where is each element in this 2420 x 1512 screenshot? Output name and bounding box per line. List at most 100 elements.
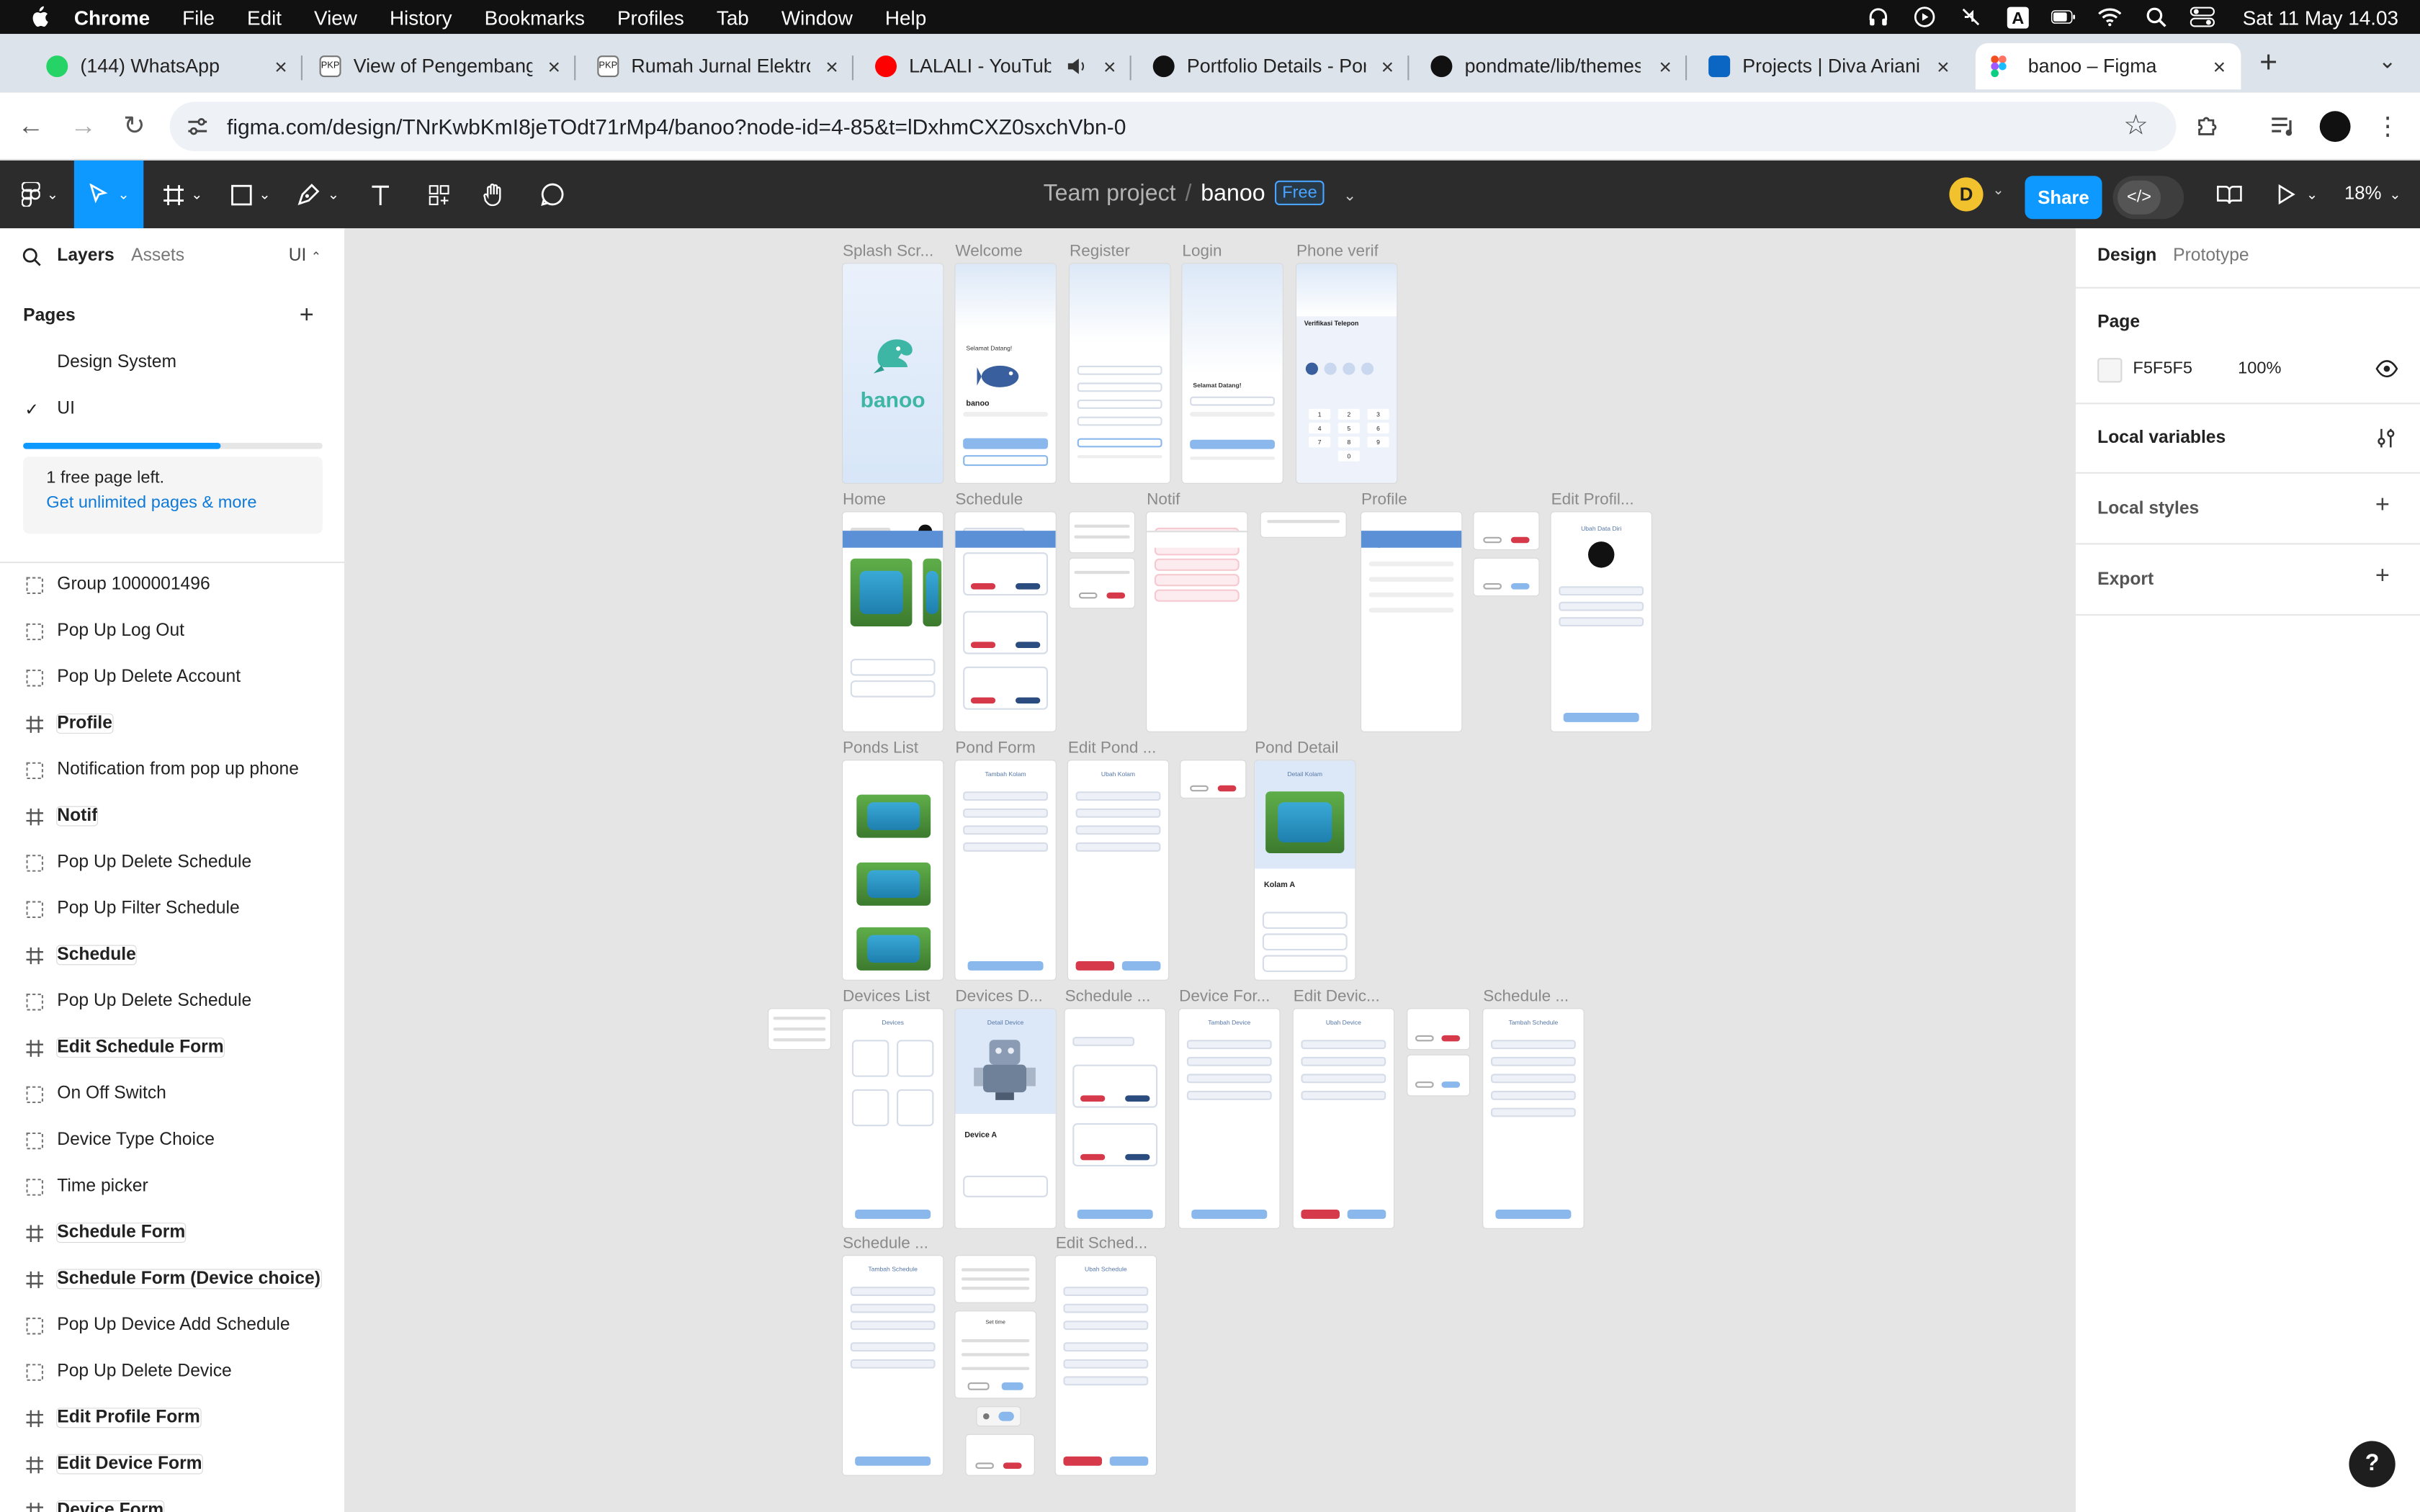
notification-popup-phone[interactable]: [1260, 512, 1346, 537]
tab-portfolio[interactable]: Portfolio Details - Portfolio ×: [1147, 43, 1410, 89]
battery-icon[interactable]: [2051, 4, 2076, 29]
share-button[interactable]: Share: [2025, 176, 2102, 220]
frame-pond-detail[interactable]: Detail Kolam Kolam A: [1255, 760, 1355, 980]
tab-assets[interactable]: Assets: [131, 247, 184, 266]
team-name[interactable]: Team project: [1044, 181, 1176, 207]
close-icon[interactable]: ×: [1375, 54, 1399, 78]
zoom-level[interactable]: 18% ⌄: [2344, 182, 2401, 204]
menu-view[interactable]: View: [314, 6, 357, 29]
frame-device-detail[interactable]: Detail Device Device A: [955, 1009, 1056, 1228]
eye-icon[interactable]: [2375, 359, 2398, 378]
layer-row[interactable]: Schedule Form: [0, 1211, 346, 1257]
layer-row[interactable]: Pop Up Delete Schedule: [0, 841, 346, 887]
page-item-ui[interactable]: UI: [57, 400, 75, 418]
time-picker[interactable]: Set time: [955, 1311, 1036, 1398]
close-icon[interactable]: ×: [1653, 54, 1677, 78]
menu-window[interactable]: Window: [781, 6, 853, 29]
upgrade-link[interactable]: Get unlimited pages & more: [46, 494, 256, 513]
site-settings-icon[interactable]: [185, 114, 210, 139]
layer-row[interactable]: Edit Schedule Form: [0, 1026, 346, 1072]
menu-file[interactable]: File: [182, 6, 215, 29]
play-circle-icon[interactable]: [1912, 4, 1937, 29]
frame-edit-schedule[interactable]: Ubah Schedule: [1055, 1256, 1156, 1475]
frame-label-schedule-form[interactable]: Schedule ...: [1483, 987, 1579, 1006]
frame-label-home[interactable]: Home: [843, 490, 886, 509]
layer-row[interactable]: Pop Up Filter Schedule: [0, 887, 346, 933]
popup-device-add-schedule[interactable]: [1407, 1055, 1469, 1096]
library-button[interactable]: [2207, 161, 2250, 228]
frame-label-ponds[interactable]: Ponds List: [843, 739, 918, 757]
search-icon[interactable]: [22, 247, 42, 267]
menu-app-name[interactable]: Chrome: [74, 6, 150, 29]
new-tab-icon[interactable]: +: [2259, 46, 2277, 81]
tab-whatsapp[interactable]: (144) WhatsApp ×: [40, 43, 302, 89]
frame-label-edit-device[interactable]: Edit Devic...: [1294, 987, 1389, 1006]
device-choice-popup[interactable]: [955, 1256, 1036, 1302]
close-icon[interactable]: ×: [2207, 54, 2231, 78]
tab-design[interactable]: Design: [2097, 247, 2156, 266]
frame-schedule[interactable]: [955, 512, 1056, 732]
comment-tool[interactable]: [531, 161, 574, 228]
close-icon[interactable]: ×: [820, 54, 844, 78]
layer-row[interactable]: Edit Profile Form: [0, 1396, 346, 1442]
close-icon[interactable]: ×: [269, 54, 293, 78]
url-text[interactable]: figma.com/design/TNrKwbKmI8jeTOdt71rMp4/…: [227, 114, 1126, 139]
layer-row[interactable]: Device Form: [0, 1489, 346, 1512]
layer-row[interactable]: Device Type Choice: [0, 1119, 346, 1165]
frame-edit-pond[interactable]: Ubah Kolam: [1067, 760, 1169, 980]
shape-tool[interactable]: ⌄: [223, 161, 278, 228]
frame-label-edit-schedule[interactable]: Edit Sched...: [1056, 1234, 1161, 1253]
mute-icon[interactable]: [1958, 4, 1983, 29]
frame-label-login[interactable]: Login: [1182, 242, 1222, 261]
chrome-menu-icon[interactable]: ⋮: [2370, 109, 2404, 143]
menu-tab[interactable]: Tab: [717, 6, 749, 29]
frame-label-schedule-device[interactable]: Schedule ...: [1065, 987, 1170, 1006]
headphones-icon[interactable]: [1866, 4, 1891, 29]
layer-row[interactable]: Notif: [0, 795, 346, 841]
frame-home[interactable]: [843, 512, 944, 732]
frame-edit-profile[interactable]: Ubah Data Diri: [1551, 512, 1652, 732]
frame-label-welcome[interactable]: Welcome: [955, 242, 1022, 261]
popup-delete-schedule[interactable]: [966, 1434, 1034, 1475]
dev-mode-toggle[interactable]: </>: [2112, 176, 2184, 220]
frame-label-schedule-form[interactable]: Schedule ...: [843, 1234, 938, 1253]
add-style-icon[interactable]: +: [2375, 492, 2390, 521]
frame-schedule-form-device-choice[interactable]: Tambah Schedule: [1483, 1009, 1584, 1228]
add-export-icon[interactable]: +: [2375, 563, 2390, 591]
menubar-clock[interactable]: Sat 11 May 14.03: [2243, 6, 2398, 29]
tab-prototype[interactable]: Prototype: [2173, 247, 2249, 266]
input-source-icon[interactable]: A: [2005, 4, 2030, 29]
frame-profile[interactable]: [1361, 512, 1462, 732]
forward-arrow-icon[interactable]: →: [68, 111, 99, 142]
frame-schedule-form[interactable]: Tambah Schedule: [843, 1256, 944, 1475]
bookmark-star-icon[interactable]: ☆: [2123, 109, 2148, 142]
frame-pond-form[interactable]: Tambah Kolam: [955, 760, 1056, 980]
frame-schedule-device[interactable]: [1065, 1009, 1165, 1228]
layer-row[interactable]: Pop Up Delete Device: [0, 1350, 346, 1396]
page-switcher[interactable]: UI ⌃: [289, 247, 321, 266]
layer-row[interactable]: Group 1000001496: [0, 563, 346, 609]
back-arrow-icon[interactable]: ←: [15, 111, 46, 142]
spotlight-icon[interactable]: [2144, 4, 2169, 29]
tab-youtube[interactable]: LALALI - YouTube ×: [869, 43, 1131, 89]
menu-edit[interactable]: Edit: [247, 6, 282, 29]
popup-log-out[interactable]: [1474, 558, 1539, 596]
add-page-icon[interactable]: +: [300, 302, 314, 330]
frame-label-devices-detail[interactable]: Devices D...: [955, 987, 1051, 1006]
frame-phone-verif[interactable]: Verifikasi Telepon 123 456 7890: [1296, 264, 1397, 483]
menu-history[interactable]: History: [390, 6, 452, 29]
multiplayer-chevron-icon[interactable]: ⌄: [1992, 182, 2004, 199]
popup-filter-schedule[interactable]: [1070, 512, 1134, 553]
speaker-icon[interactable]: [1067, 57, 1088, 76]
apple-icon[interactable]: [28, 6, 50, 28]
frame-ponds-list[interactable]: [843, 760, 944, 980]
layer-row[interactable]: Pop Up Device Add Schedule: [0, 1304, 346, 1350]
menu-help[interactable]: Help: [885, 6, 926, 29]
layer-row[interactable]: Profile: [0, 702, 346, 748]
page-color-hex[interactable]: F5F5F5: [2133, 359, 2192, 378]
user-avatar[interactable]: D: [1949, 177, 1984, 212]
close-icon[interactable]: ×: [1098, 54, 1122, 78]
layer-row[interactable]: Notification from pop up phone: [0, 748, 346, 794]
hand-tool[interactable]: [472, 161, 516, 228]
frame-login[interactable]: Selamat Datang!: [1182, 264, 1283, 483]
